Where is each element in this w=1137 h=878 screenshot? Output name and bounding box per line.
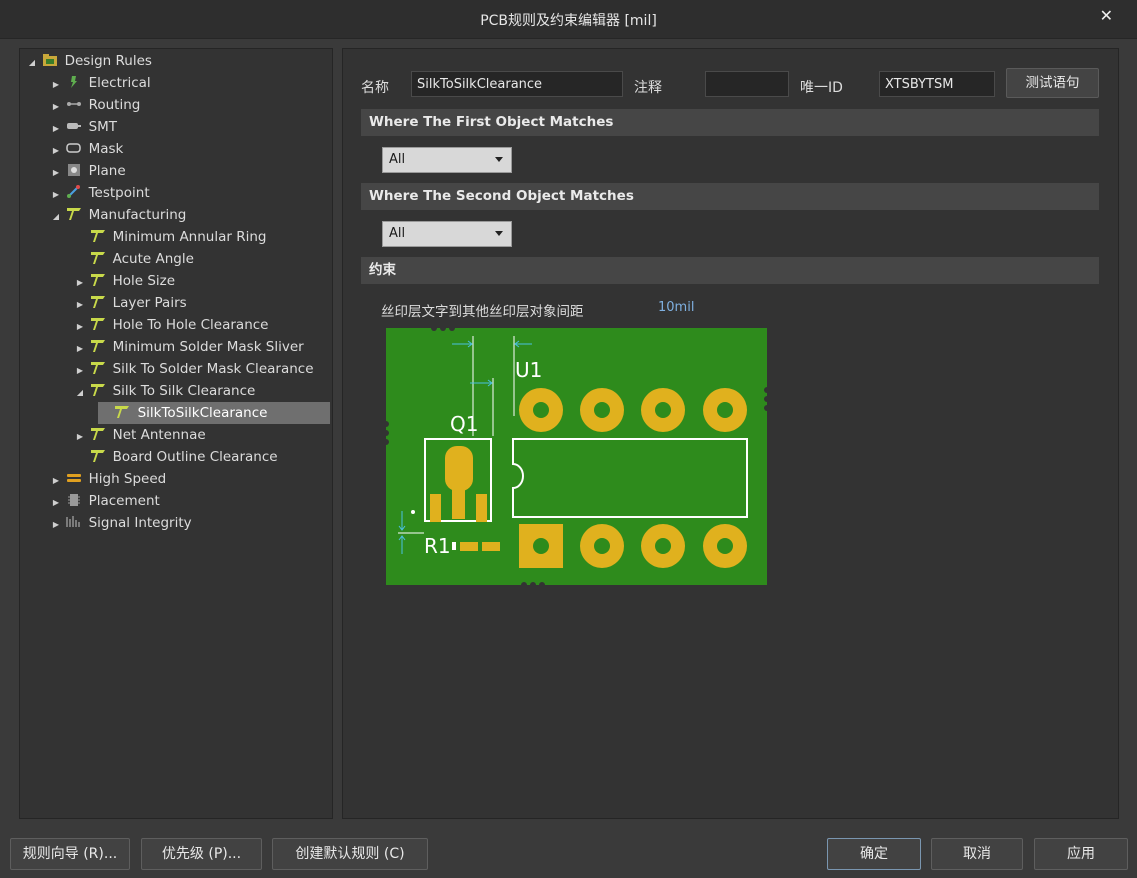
name-label: 名称 [361, 80, 389, 96]
tree-node-placement[interactable]: ▶ Placement [50, 490, 160, 512]
rule-icon [91, 362, 106, 374]
tree-node-silk-to-silk-clearance[interactable]: ◢ Silk To Silk Clearance [74, 380, 255, 402]
tree-node-signal-integrity[interactable]: ▶ Signal Integrity [50, 512, 192, 534]
expanded-arrow-icon[interactable]: ◢ [74, 382, 86, 404]
rule-icon [91, 230, 106, 242]
electrical-icon [71, 76, 78, 88]
first-match-select[interactable]: All [382, 147, 512, 173]
signal-integrity-icon [66, 516, 80, 527]
rule-icon [115, 406, 130, 418]
collapsed-arrow-icon[interactable]: ▶ [50, 118, 62, 140]
tree-node-design-rules[interactable]: ◢ Design Rules [26, 50, 152, 72]
design-rules-icon [43, 54, 58, 66]
collapsed-arrow-icon[interactable]: ▶ [50, 492, 62, 514]
priorities-button[interactable]: 优先级 (P)... [141, 838, 262, 870]
collapsed-arrow-icon[interactable]: ▶ [74, 316, 86, 338]
rules-tree[interactable]: ◢ Design Rules ▶ Electrical ▶ Routing ▶ … [19, 48, 333, 819]
manufacturing-icon [67, 208, 82, 220]
tree-node-minimum-solder-mask-sliver[interactable]: ▶ Minimum Solder Mask Sliver [74, 336, 304, 358]
collapsed-arrow-icon[interactable]: ▶ [50, 140, 62, 162]
expanded-arrow-icon[interactable]: ◢ [26, 52, 38, 74]
window-title: PCB规则及约束编辑器 [mil] [480, 13, 657, 29]
rule-icon [91, 318, 106, 330]
collapsed-arrow-icon[interactable]: ▶ [50, 162, 62, 184]
collapsed-arrow-icon[interactable]: ▶ [50, 514, 62, 536]
test-query-button[interactable]: 测试语句 [1006, 68, 1099, 98]
tree-node-hole-to-hole-clearance[interactable]: ▶ Hole To Hole Clearance [74, 314, 269, 338]
tree-node-mask[interactable]: ▶ Mask [50, 138, 123, 160]
tree-node-silk-to-solder-mask-clearance[interactable]: ▶ Silk To Solder Mask Clearance [74, 358, 314, 380]
collapsed-arrow-icon[interactable]: ▶ [50, 184, 62, 206]
tree-node-hole-size[interactable]: ▶ Hole Size [74, 270, 175, 292]
rule-icon [91, 252, 106, 264]
unique-id-label: 唯一ID [800, 80, 843, 96]
silk-clearance-diagram: U1 Q1 R1 [386, 328, 767, 585]
collapsed-arrow-icon[interactable]: ▶ [50, 470, 62, 492]
collapsed-arrow-icon[interactable]: ▶ [50, 96, 62, 118]
cancel-button[interactable]: 取消 [931, 838, 1023, 870]
constraints-header: 约束 [361, 257, 1099, 284]
tree-node-acute-angle[interactable]: Acute Angle [74, 248, 194, 270]
r1-label: R1 [424, 534, 451, 558]
rule-wizard-button[interactable]: 规则向导 (R)... [10, 838, 130, 870]
close-icon[interactable]: ✕ [1100, 6, 1113, 25]
apply-button[interactable]: 应用 [1034, 838, 1128, 870]
collapsed-arrow-icon[interactable]: ▶ [50, 74, 62, 96]
high-speed-icon [67, 474, 82, 482]
tree-node-board-outline-clearance[interactable]: Board Outline Clearance [74, 446, 278, 468]
tree-node-high-speed[interactable]: ▶ High Speed [50, 468, 166, 490]
first-match-header: Where The First Object Matches [361, 109, 1099, 136]
collapsed-arrow-icon[interactable]: ▶ [74, 272, 86, 294]
comment-input[interactable] [705, 71, 789, 97]
rule-editor-panel: 名称 SilkToSilkClearance 注释 唯一ID XTSBYTSM … [342, 48, 1119, 819]
expanded-arrow-icon[interactable]: ◢ [50, 206, 62, 228]
unique-id-input[interactable]: XTSBYTSM [879, 71, 995, 97]
rule-icon [91, 274, 106, 286]
collapsed-arrow-icon[interactable]: ▶ [74, 338, 86, 360]
rule-icon [91, 428, 106, 440]
comment-label: 注释 [634, 80, 662, 96]
ok-button[interactable]: 确定 [827, 838, 921, 870]
tree-node-silktosilkclearance-selected[interactable]: SilkToSilkClearance [98, 402, 330, 424]
tree-node-testpoint[interactable]: ▶ Testpoint [50, 182, 150, 204]
testpoint-icon [67, 185, 81, 198]
rule-icon [91, 340, 106, 352]
tree-node-net-antennae[interactable]: ▶ Net Antennae [74, 424, 206, 446]
chevron-down-icon [495, 231, 503, 236]
u1-label: U1 [515, 358, 542, 382]
routing-icon [67, 102, 82, 106]
name-input[interactable]: SilkToSilkClearance [411, 71, 623, 97]
placement-icon [68, 494, 81, 506]
second-match-select[interactable]: All [382, 221, 512, 247]
tree-node-manufacturing[interactable]: ◢ Manufacturing [50, 204, 186, 226]
tree-node-routing[interactable]: ▶ Routing [50, 94, 140, 116]
rule-icon [91, 384, 106, 396]
tree-node-smt[interactable]: ▶ SMT [50, 116, 117, 138]
title-bar: PCB规则及约束编辑器 [mil] ✕ [0, 0, 1137, 39]
smt-icon [67, 123, 82, 129]
q1-label: Q1 [450, 412, 478, 436]
rule-icon [91, 450, 106, 462]
mask-icon [66, 143, 82, 153]
tree-node-layer-pairs[interactable]: ▶ Layer Pairs [74, 292, 187, 314]
silk-clearance-value[interactable]: 10mil [658, 300, 694, 315]
second-match-header: Where The Second Object Matches [361, 183, 1099, 210]
collapsed-arrow-icon[interactable]: ▶ [74, 426, 86, 448]
create-default-rules-button[interactable]: 创建默认规则 (C) [272, 838, 428, 870]
collapsed-arrow-icon[interactable]: ▶ [74, 360, 86, 382]
silk-clearance-label: 丝印层文字到其他丝印层对象间距 [381, 304, 584, 320]
rule-icon [91, 296, 106, 308]
tree-node-plane[interactable]: ▶ Plane [50, 160, 126, 182]
tree-node-minimum-annular-ring[interactable]: Minimum Annular Ring [74, 226, 266, 248]
tree-node-electrical[interactable]: ▶ Electrical [50, 72, 151, 94]
chevron-down-icon [495, 157, 503, 162]
plane-icon [68, 164, 81, 176]
collapsed-arrow-icon[interactable]: ▶ [74, 294, 86, 316]
